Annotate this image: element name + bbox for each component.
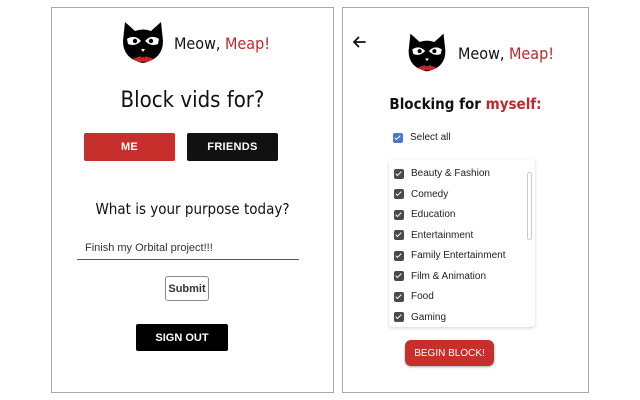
category-checkbox[interactable] <box>394 291 404 302</box>
me-button[interactable]: ME <box>84 133 175 161</box>
friends-button[interactable]: FRIENDS <box>187 133 278 161</box>
category-label: Education <box>411 209 456 220</box>
category-select-panel: Meow, Meap! Blocking for myself: Select … <box>342 7 589 393</box>
select-all-checkbox[interactable] <box>393 132 403 143</box>
list-item[interactable]: Food <box>394 291 434 302</box>
block-vids-heading: Block vids for? <box>120 88 265 113</box>
arrow-left-icon[interactable] <box>352 35 366 49</box>
category-label: Food <box>411 291 434 302</box>
begin-block-button[interactable]: BEGIN BLOCK! <box>405 340 494 366</box>
category-checkbox[interactable] <box>394 271 404 281</box>
list-item[interactable]: Entertainment <box>394 230 473 241</box>
category-checkbox[interactable] <box>394 209 404 220</box>
category-label: Gaming <box>411 311 447 323</box>
app-logo: Meow, Meap! <box>118 19 270 67</box>
choose-target-panel: Meow, Meap! Block vids for? ME FRIENDS W… <box>51 7 334 393</box>
list-item[interactable]: Beauty & Fashion <box>394 168 490 179</box>
app-name: Meow, Meap! <box>174 33 271 53</box>
list-item[interactable]: Gaming <box>394 312 446 323</box>
app-logo: Meow, Meap! <box>404 30 554 76</box>
submit-button[interactable]: Submit <box>165 276 209 301</box>
category-label: Entertainment <box>411 229 474 241</box>
category-checkbox[interactable] <box>394 168 404 179</box>
category-label: Comedy <box>411 188 449 200</box>
category-checkbox[interactable] <box>394 189 404 199</box>
category-checkbox[interactable] <box>394 250 404 261</box>
select-all-label: Select all <box>410 132 451 143</box>
list-item[interactable]: Comedy <box>394 189 448 200</box>
list-item[interactable]: Family Entertainment <box>394 250 505 261</box>
category-label: Family Entertainment <box>411 250 506 261</box>
select-all-row[interactable]: Select all <box>393 132 451 143</box>
category-label: Film & Animation <box>411 270 487 282</box>
cat-mask-logo-icon <box>123 22 163 63</box>
sign-out-button[interactable]: SIGN OUT <box>136 324 228 351</box>
purpose-input[interactable] <box>77 236 299 260</box>
category-label: Beauty & Fashion <box>411 168 490 179</box>
app-name: Meow, Meap! <box>458 43 555 63</box>
list-item[interactable]: Education <box>394 209 455 220</box>
list-item[interactable]: Film & Animation <box>394 271 486 282</box>
cat-mask-logo-icon <box>408 33 446 72</box>
category-checkbox[interactable] <box>394 230 404 240</box>
blocking-for-heading: Blocking for myself: <box>389 95 542 113</box>
purpose-heading: What is your purpose today? <box>95 200 290 218</box>
category-list: Beauty & Fashion Comedy Education Entert… <box>389 160 535 327</box>
list-scrollbar[interactable] <box>527 172 532 240</box>
category-checkbox[interactable] <box>394 312 404 322</box>
